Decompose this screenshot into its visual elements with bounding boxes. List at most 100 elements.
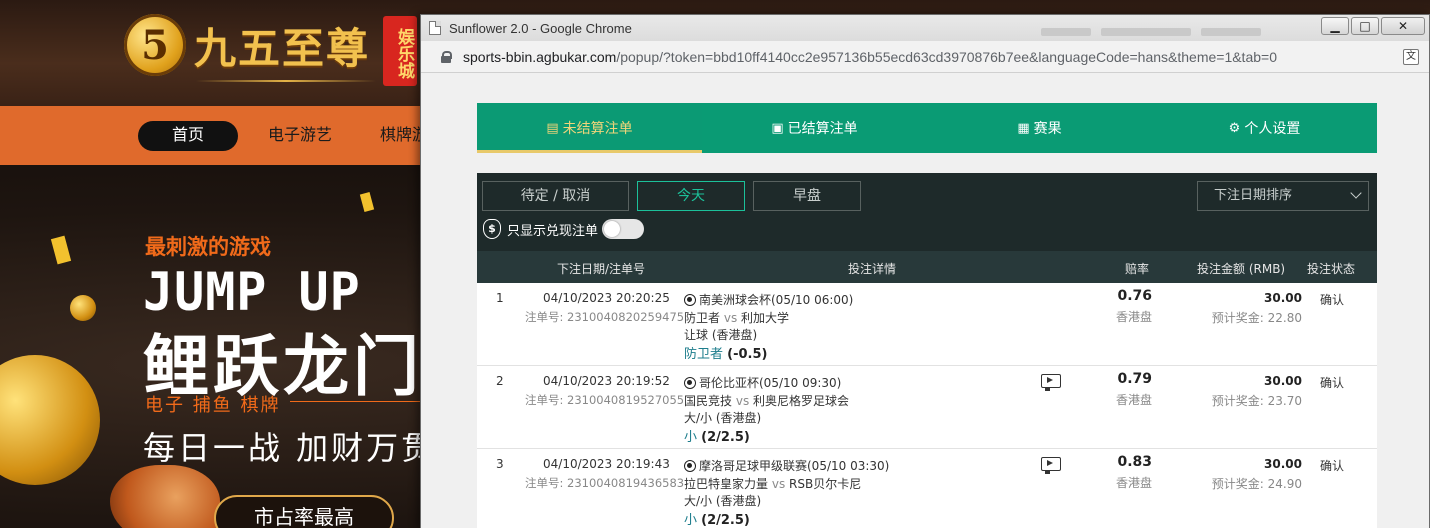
gold-coin — [0, 355, 100, 485]
hero-divider — [290, 401, 420, 402]
filter-bar: 待定 / 取消 今天 早盘 下注日期排序 $ 只显示兑现注单 — [477, 173, 1377, 251]
header-status: 投注状态 — [1307, 262, 1356, 276]
nav-slots[interactable]: 电子游艺 — [268, 121, 332, 151]
pick-line: (2/2.5) — [701, 513, 750, 528]
odds-type: 香港盘 — [1115, 393, 1152, 407]
sort-dropdown[interactable]: 下注日期排序 — [1197, 181, 1369, 211]
address-bar[interactable]: sports-bbin.agbukar.com/popup/?token=bbd… — [421, 41, 1429, 73]
page-icon — [429, 21, 441, 35]
bet-slip-number: 注单号: 2310040819527055 — [525, 393, 685, 407]
match: 防卫者 vs 利加大学 — [684, 309, 789, 326]
match: 拉巴特皇家力量 vs RSB贝尔卡尼 — [684, 475, 861, 492]
cashout-filter: $ 只显示兑现注单 — [483, 219, 645, 239]
logo-badge: 5 — [124, 14, 186, 76]
tab-settings[interactable]: ⚙ 个人设置 — [1152, 103, 1377, 153]
pick-team: 防卫者 — [684, 347, 724, 362]
tab-label: 个人设置 — [1244, 121, 1301, 137]
background-window-title — [1041, 21, 1321, 36]
league-name: 摩洛哥足球甲级联赛(05/10 03:30) — [699, 459, 890, 473]
estimated-win: 预计奖金: 24.90 — [1211, 477, 1302, 491]
league-name: 哥伦比亚杯(05/10 09:30) — [699, 376, 842, 390]
odds-type: 香港盘 — [1115, 310, 1152, 324]
maximize-button[interactable]: □ — [1351, 17, 1379, 35]
logo-tag: 娱乐城 — [383, 16, 417, 86]
soccer-ball-icon — [684, 459, 696, 472]
translate-icon[interactable]: 文 — [1403, 49, 1419, 65]
bet-status: 确认 — [1320, 376, 1345, 390]
row-index: 3 — [496, 457, 504, 471]
tab-settled[interactable]: ▣ 已结算注单 — [702, 103, 927, 153]
gold-chip — [50, 235, 72, 265]
bet-datetime: 04/10/2023 20:19:52 — [543, 374, 670, 388]
league-name: 南美洲球会杯(05/10 06:00) — [699, 293, 854, 307]
header-date: 下注日期/注单号 — [557, 262, 646, 276]
live-stream-icon[interactable] — [1041, 457, 1061, 474]
window-title: Sunflower 2.0 - Google Chrome — [449, 20, 632, 36]
cashout-toggle[interactable] — [602, 219, 645, 239]
bet-datetime: 04/10/2023 20:20:25 — [543, 291, 670, 305]
filter-early-button[interactable]: 早盘 — [753, 181, 861, 211]
stake-amount: 30.00 — [1264, 374, 1302, 388]
away-team: 利奥尼格罗足球会 — [753, 394, 850, 408]
bet-status: 确认 — [1320, 293, 1345, 307]
header-odds: 赔率 — [1125, 262, 1150, 276]
bet-tabs: ▤ 未结算注单 ▣ 已结算注单 ▦ 赛果 ⚙ 个人设置 — [477, 103, 1377, 153]
receipt-icon: ▤ — [546, 120, 559, 136]
settled-icon: ▣ — [771, 120, 784, 136]
cashout-label: 只显示兑现注单 — [507, 223, 599, 239]
estimated-win: 预计奖金: 22.80 — [1211, 311, 1302, 325]
pick-team: 小 — [684, 430, 698, 445]
tab-unsettled[interactable]: ▤ 未结算注单 — [477, 103, 702, 153]
gear-icon: ⚙ — [1228, 120, 1241, 136]
hero-tagline: 最刺激的游戏 — [145, 235, 271, 259]
page-content: ▤ 未结算注单 ▣ 已结算注单 ▦ 赛果 ⚙ 个人设置 待定 / 取消 今天 早盘 下注… — [421, 73, 1429, 528]
odds-value: 0.76 — [1117, 288, 1152, 304]
filter-pending-button[interactable]: 待定 / 取消 — [482, 181, 629, 211]
home-team: 国民竞技 — [684, 394, 733, 408]
bet-slip-number: 注单号: 2310040819436583 — [525, 476, 685, 490]
bet-list: 1 04/10/2023 20:20:25 注单号: 2310040820259… — [477, 283, 1377, 528]
market: 让球 (香港盘) — [684, 328, 758, 342]
nav-home[interactable]: 首页 — [138, 121, 238, 151]
vs-label: vs — [735, 394, 750, 408]
hero-cta-button[interactable]: 市占率最高 — [214, 495, 394, 528]
odds-type: 香港盘 — [1115, 476, 1152, 490]
table-row: 2 04/10/2023 20:19:52 注单号: 2310040819527… — [477, 366, 1377, 449]
pick-line: (2/2.5) — [701, 430, 750, 445]
tab-label: 已结算注单 — [787, 121, 858, 137]
close-button[interactable]: ✕ — [1381, 17, 1425, 35]
scoreboard-icon: ▦ — [1017, 120, 1030, 136]
away-team: 利加大学 — [741, 311, 790, 325]
row-index: 2 — [496, 374, 504, 388]
home-team: 拉巴特皇家力量 — [684, 477, 769, 491]
logo-divider — [196, 80, 376, 82]
url-path: /popup/?token=bbd10ff4140cc2e957136b55ec… — [616, 48, 1277, 65]
tab-results[interactable]: ▦ 赛果 — [927, 103, 1152, 153]
home-team: 防卫者 — [684, 311, 721, 325]
filter-today-button[interactable]: 今天 — [637, 181, 745, 211]
hero-games: 电子 捕鱼 棋牌 — [145, 395, 281, 416]
estimated-win: 预计奖金: 23.70 — [1211, 394, 1302, 408]
selection: 防卫者 (-0.5) — [684, 343, 767, 362]
live-stream-icon[interactable] — [1041, 374, 1061, 391]
league: 哥伦比亚杯(05/10 09:30) — [684, 374, 841, 391]
site-logo[interactable]: 5 九五至尊 — [124, 14, 370, 76]
table-header: 下注日期/注单号 投注详情 赔率 投注金额 (RMB) 投注状态 — [477, 251, 1377, 283]
window-titlebar[interactable]: Sunflower 2.0 - Google Chrome ▁ □ ✕ — [421, 15, 1429, 41]
table-row: 1 04/10/2023 20:20:25 注单号: 2310040820259… — [477, 283, 1377, 366]
url-text[interactable]: sports-bbin.agbukar.com/popup/?token=bbd… — [463, 49, 1277, 65]
bet-slip-number: 注单号: 2310040820259475 — [525, 310, 685, 324]
logo-text: 九五至尊 — [194, 23, 371, 73]
odds-value: 0.83 — [1117, 454, 1152, 470]
window-controls: ▁ □ ✕ — [1319, 17, 1425, 35]
row-index: 1 — [496, 291, 504, 305]
header-detail: 投注详情 — [848, 262, 897, 276]
hero-daily: 每日一战 加财万贯 — [143, 429, 437, 467]
market: 大/小 (香港盘) — [684, 494, 762, 508]
soccer-ball-icon — [684, 293, 696, 306]
league: 南美洲球会杯(05/10 06:00) — [684, 291, 853, 308]
minimize-button[interactable]: ▁ — [1321, 17, 1349, 35]
selection: 小 (2/2.5) — [684, 509, 750, 528]
gold-coin — [70, 295, 96, 321]
lock-icon[interactable] — [441, 50, 452, 63]
